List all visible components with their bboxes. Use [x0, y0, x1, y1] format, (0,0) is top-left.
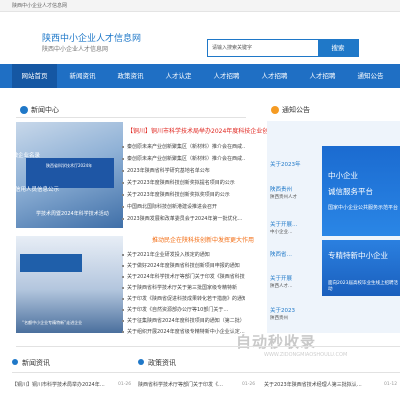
banner-subtitle: 面向2023届高校毕业生线上招聘活动: [328, 281, 398, 292]
bottom-right-item[interactable]: 关于2023年陕西省技术经理人第三批拟认…: [264, 381, 362, 388]
list-item[interactable]: 秦创原未来产业创新聚集区（新材料）推介会在西咸…: [122, 155, 245, 162]
nav-item-home[interactable]: 网站首页: [12, 64, 57, 88]
notice-item[interactable]: 关于2023年: [270, 160, 301, 168]
list-item[interactable]: 关于2024年科学技术厅等部门关于印发《陕西省科技…: [122, 273, 245, 280]
list-item[interactable]: 秦创原未来产业创新聚集区（新材料）推介会在西咸…: [122, 143, 245, 150]
feature-label: 学技术周暨2024年科学技术活动: [36, 211, 109, 217]
list-item[interactable]: 关于2023年度陕西科技创新奖拟提名项目的公示: [122, 179, 245, 186]
feature2-banner: [20, 254, 82, 272]
notice-item-sub: 陕西人才…: [270, 284, 293, 289]
list-item[interactable]: 关于陕西省科学技术厅关于第三批国家级专精特新: [122, 284, 245, 291]
bottom-section-divider: [12, 372, 400, 373]
headline-2[interactable]: 推动民企在陕科技创新中发挥更大作用: [152, 235, 254, 244]
credit-platform-banner[interactable]: 中小企业 诚信服务平台 国家中小企业公共服务示范平台: [322, 146, 400, 236]
bottom-policy-icon: [138, 359, 144, 365]
notice-item[interactable]: 关于2023: [270, 306, 295, 314]
banner-title-1: 中小企业: [328, 171, 358, 180]
banner-title-2: 诚信服务平台: [328, 187, 373, 196]
nav-item-news[interactable]: 新闻资讯: [60, 64, 105, 88]
list-item[interactable]: 关于征集陕西省2024年度科技项目的通知（第二批）: [122, 317, 245, 324]
list-item[interactable]: 关于印发《陕西省促进科技成果转化若干措施》的通知: [122, 295, 245, 302]
bottom-news-date: 01-26: [118, 382, 132, 387]
tag-credit-public[interactable]: 挤抗信用人员信息公示: [4, 186, 66, 194]
banner-title-1: 专精特新中小企业: [328, 251, 388, 260]
nav-item-policy[interactable]: 政策资讯: [108, 64, 153, 88]
banner-subtitle: 国家中小企业公共服务示范平台: [328, 205, 399, 211]
list-item[interactable]: 关于做好2024年度陕西省科技创新项目申报的通知: [122, 262, 245, 269]
specialized-enterprise-banner[interactable]: 专精特新中小企业 面向2023届高校毕业生线上招聘活动: [322, 240, 400, 296]
list-item[interactable]: 关于组织开展2024年度省级专精特新中小企业认定…: [122, 328, 245, 335]
nav-item-recruit-3[interactable]: 人才招聘: [300, 64, 345, 88]
feature-image-1[interactable]: 陕西省科学技术厅2024年 学技术周暨2024年科学技术活动: [16, 122, 123, 228]
list-item[interactable]: 2023陕西发展和改革委员会于2024年第一批优化…: [122, 215, 245, 222]
list-item[interactable]: 关于2021年企业研发投入核定的通知: [122, 251, 245, 258]
notice-item-sub: 中小企业…: [270, 230, 293, 235]
notice-item-sub: 陕西贵州: [270, 316, 288, 321]
notice-icon: [271, 106, 279, 114]
bottom-policy-item[interactable]: 陕西省科学技术厅等部门关于印发《…: [138, 381, 223, 388]
bottom-policy-date: 01-26: [242, 382, 256, 387]
feature-image-2[interactable]: “名额中小企业专精特新”走进企业: [16, 236, 123, 333]
headline-1[interactable]: 【铜川】铜川市科学技术局举办2024年度科技企业创: [127, 126, 268, 135]
notice-item[interactable]: 关于开展…: [270, 220, 298, 228]
nav-item-talent-certify[interactable]: 人才认定: [156, 64, 201, 88]
bottom-news-icon: [12, 359, 18, 365]
site-subtitle: 陕西中小企业人才信息网: [42, 46, 109, 53]
search-button[interactable]: 搜索: [318, 40, 358, 56]
search-box: 搜索: [207, 39, 359, 57]
notice-item-sub: 陕西贵州人才: [270, 195, 297, 200]
list-item[interactable]: 2023年陕西省科学研究基地名单公布: [122, 167, 245, 174]
nav-item-recruit-1[interactable]: 人才招聘: [204, 64, 249, 88]
notice-item[interactable]: 陕西贵州: [270, 185, 292, 193]
site-header: 陕西中小企业人才信息网 陕西中小企业人才信息网 搜索: [0, 12, 400, 64]
bottom-policy-title: 政策资讯: [148, 359, 176, 367]
list-item[interactable]: 关于印发《自然资源部办公厅等10部门关于…: [122, 306, 245, 313]
watermark-sub: WWW.ZIDONGMIAOSHOULU.COM: [264, 352, 348, 358]
list-item[interactable]: 关于2023年度陕西科技创新奖拟奖项目的公示: [122, 191, 245, 198]
topbar: 陕西中小企业人才信息网: [0, 0, 400, 12]
news-center-title: 新闻中心: [31, 106, 59, 114]
tag-small-enterprise[interactable]: 小微企业名录: [4, 148, 58, 170]
notice-title: 通知公告: [282, 106, 310, 114]
bottom-right-date: 01-12: [384, 382, 398, 387]
notice-item[interactable]: 陕西省…: [270, 250, 292, 258]
bottom-news-title: 新闻资讯: [22, 359, 50, 367]
news-center-icon: [20, 106, 28, 114]
feature2-caption: “名额中小企业专精特新”走进企业: [22, 320, 83, 325]
nav-item-notice[interactable]: 通知公告: [348, 64, 393, 88]
news-center-divider: [16, 117, 246, 118]
bottom-divider: [16, 346, 400, 347]
watermark-text: 自动秒收录: [236, 333, 317, 351]
main-nav: 网站首页 新闻资讯 政策资讯 人才认定 人才招聘 人才招聘 人才招聘 通知公告: [0, 64, 400, 88]
notice-item[interactable]: 关于开展: [270, 274, 292, 282]
search-input[interactable]: [208, 40, 318, 56]
bottom-news-item[interactable]: 【铜川】铜川市科学技术局举办2024年…: [12, 381, 105, 388]
site-name[interactable]: 陕西中小企业人才信息网: [42, 31, 141, 44]
topbar-text: 陕西中小企业人才信息网: [12, 3, 68, 9]
list-item[interactable]: 中国西北国际科技创新港建设推进会召开: [122, 203, 245, 210]
nav-item-recruit-2[interactable]: 人才招聘: [252, 64, 297, 88]
